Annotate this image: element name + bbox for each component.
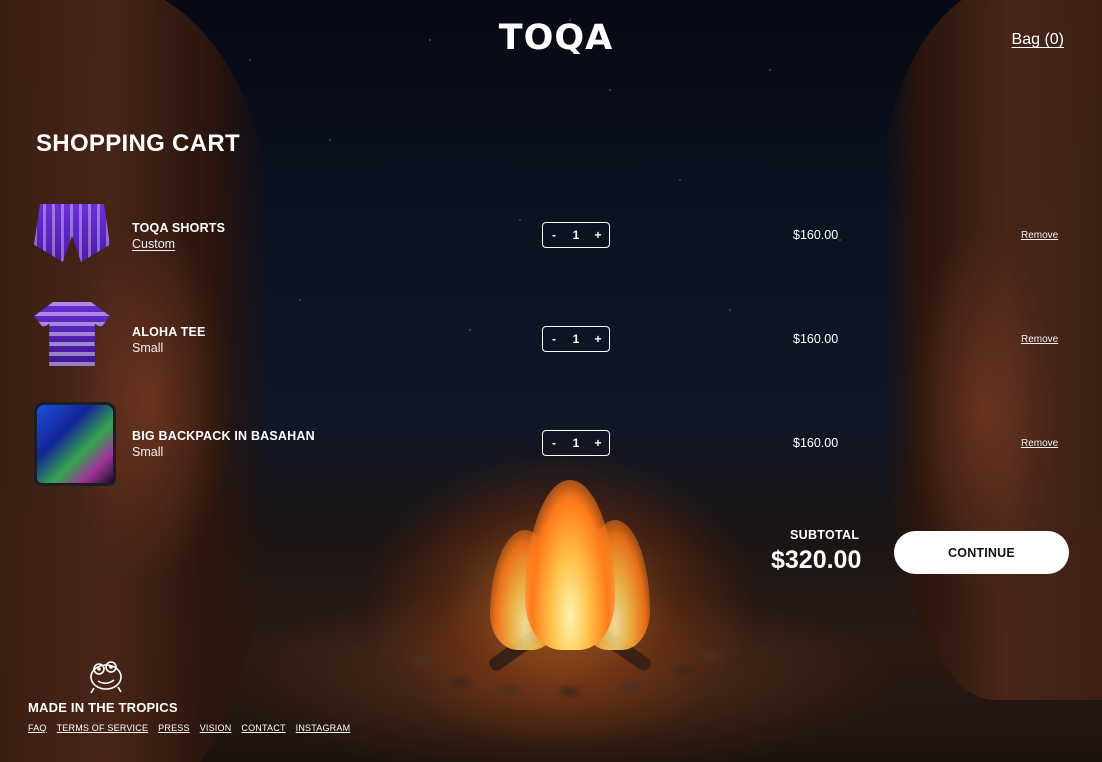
cart-item-row: TOQA SHORTS Custom - 1 + $160.00 Remove xyxy=(30,194,1070,278)
remove-link[interactable]: Remove xyxy=(1021,438,1058,449)
frog-mascot-icon xyxy=(90,661,122,694)
continue-button[interactable]: CONTINUE xyxy=(894,531,1069,574)
quantity-stepper: - 1 + xyxy=(542,222,610,248)
item-variant: Small xyxy=(132,341,164,355)
site-logo[interactable]: TOQA xyxy=(493,18,619,58)
remove-link[interactable]: Remove xyxy=(1021,334,1058,345)
campfire xyxy=(470,470,670,680)
item-price: $160.00 xyxy=(793,436,839,450)
subtotal-label: SUBTOTAL xyxy=(790,528,860,542)
footer-link-contact[interactable]: CONTACT xyxy=(241,723,285,733)
quantity-stepper: - 1 + xyxy=(542,430,610,456)
item-name: ALOHA TEE xyxy=(132,325,206,339)
item-price: $160.00 xyxy=(793,332,839,346)
quantity-value: 1 xyxy=(572,332,580,346)
decrement-button[interactable]: - xyxy=(547,436,561,450)
backpack-image xyxy=(34,402,116,486)
increment-button[interactable]: + xyxy=(591,332,605,346)
item-name: BIG BACKPACK IN BASAHAN xyxy=(132,429,315,443)
item-variant: Small xyxy=(132,445,164,459)
cart-item-row: BIG BACKPACK IN BASAHAN Small - 1 + $160… xyxy=(30,402,1070,486)
footer-link-faq[interactable]: FAQ xyxy=(28,723,47,733)
shorts-image xyxy=(34,204,110,262)
item-variant-link[interactable]: Custom xyxy=(132,237,175,251)
footer-link-instagram[interactable]: INSTAGRAM xyxy=(296,723,351,733)
decrement-button[interactable]: - xyxy=(547,332,561,346)
page: TOQA Bag (0) SHOPPING CART TOQA SHORTS C… xyxy=(0,0,1102,762)
quantity-value: 1 xyxy=(572,436,580,450)
increment-button[interactable]: + xyxy=(591,228,605,242)
increment-button[interactable]: + xyxy=(591,436,605,450)
decrement-button[interactable]: - xyxy=(547,228,561,242)
subtotal-value: $320.00 xyxy=(771,546,862,574)
footer-tagline: MADE IN THE TROPICS xyxy=(28,700,178,715)
flame xyxy=(525,480,615,650)
bag-link[interactable]: Bag (0) xyxy=(1012,31,1064,49)
item-price: $160.00 xyxy=(793,228,839,242)
page-title: SHOPPING CART xyxy=(36,130,240,157)
quantity-stepper: - 1 + xyxy=(542,326,610,352)
tee-image xyxy=(34,302,110,366)
footer-link-terms[interactable]: TERMS OF SERVICE xyxy=(57,723,149,733)
footer-link-press[interactable]: PRESS xyxy=(158,723,190,733)
footer-link-vision[interactable]: VISION xyxy=(200,723,232,733)
quantity-value: 1 xyxy=(572,228,580,242)
item-name: TOQA SHORTS xyxy=(132,221,226,235)
footer-links: FAQ TERMS OF SERVICE PRESS VISION CONTAC… xyxy=(28,723,350,733)
remove-link[interactable]: Remove xyxy=(1021,230,1058,241)
cart-item-row: ALOHA TEE Small - 1 + $160.00 Remove xyxy=(30,298,1070,382)
